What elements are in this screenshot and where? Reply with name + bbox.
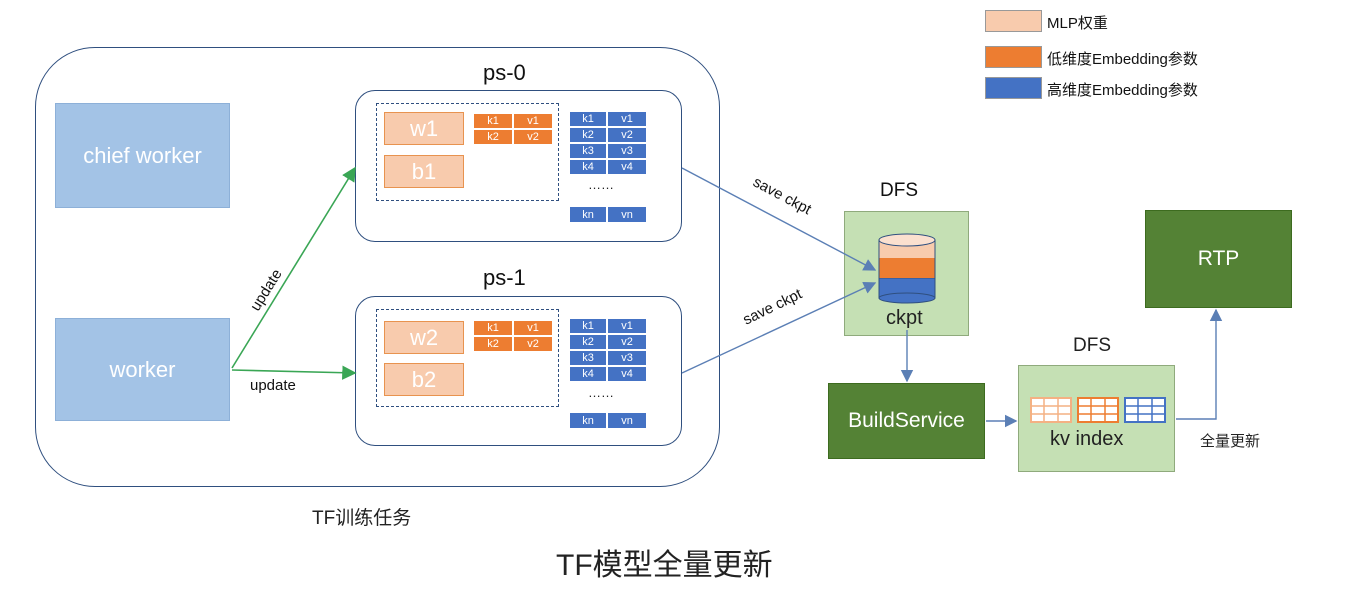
update-arrow-ps1 — [231, 365, 357, 380]
update-arrow-ps0 — [231, 166, 356, 369]
connectors: update update save ckpt save ckpt — [231, 166, 1223, 428]
save-ckpt-label-top: save ckpt — [750, 174, 815, 219]
save-ckpt-label-bottom: save ckpt — [740, 285, 805, 328]
kv-to-rtp-arrow — [1176, 308, 1223, 420]
figure-caption: TF模型全量更新 — [556, 549, 773, 582]
update-label-bottom: update — [250, 377, 296, 394]
